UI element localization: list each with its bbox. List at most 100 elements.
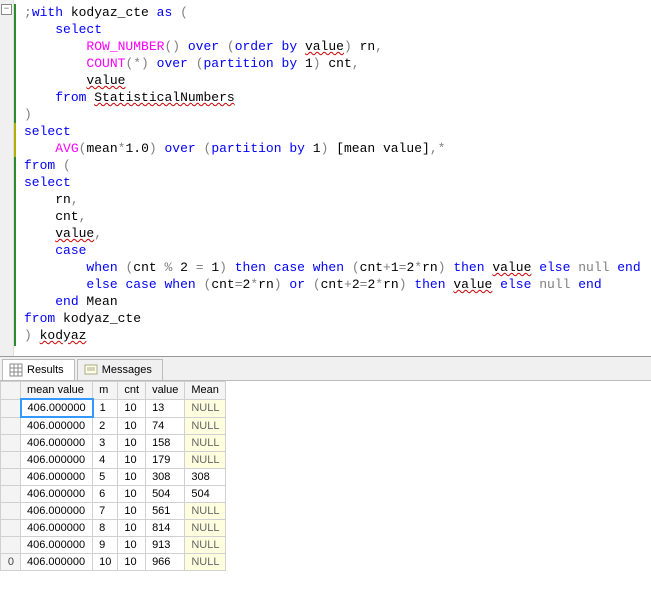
row-header[interactable]: [1, 469, 21, 486]
grid-cell[interactable]: NULL: [185, 399, 226, 417]
code-line[interactable]: value: [24, 72, 651, 89]
grid-cell[interactable]: 13: [146, 399, 185, 417]
column-header[interactable]: Mean: [185, 382, 226, 400]
grid-cell[interactable]: 406.000000: [21, 417, 93, 435]
grid-cell[interactable]: 966: [146, 554, 185, 571]
grid-corner[interactable]: [1, 382, 21, 400]
code-line[interactable]: select: [24, 174, 651, 191]
tab-results[interactable]: Results: [2, 359, 75, 380]
grid-cell[interactable]: 913: [146, 537, 185, 554]
code-line[interactable]: COUNT(*) over (partition by 1) cnt,: [24, 55, 651, 72]
code-line[interactable]: select: [24, 123, 651, 140]
grid-cell[interactable]: 504: [146, 486, 185, 503]
row-header[interactable]: [1, 452, 21, 469]
row-header[interactable]: [1, 486, 21, 503]
table-row[interactable]: 406.000000610504504: [1, 486, 226, 503]
row-header[interactable]: [1, 435, 21, 452]
code-line[interactable]: cnt,: [24, 208, 651, 225]
table-row[interactable]: 0406.0000001010966NULL: [1, 554, 226, 571]
grid-cell[interactable]: 10: [118, 554, 146, 571]
grid-cell[interactable]: 10: [118, 399, 146, 417]
grid-cell[interactable]: 10: [118, 452, 146, 469]
grid-cell[interactable]: NULL: [185, 452, 226, 469]
code-area[interactable]: ;with kodyaz_cte as ( select ROW_NUMBER(…: [24, 4, 651, 344]
row-header[interactable]: [1, 537, 21, 554]
row-header[interactable]: 0: [1, 554, 21, 571]
code-line[interactable]: ) kodyaz: [24, 327, 651, 344]
grid-cell[interactable]: 10: [118, 435, 146, 452]
code-line[interactable]: when (cnt % 2 = 1) then case when (cnt+1…: [24, 259, 651, 276]
grid-cell[interactable]: 158: [146, 435, 185, 452]
grid-cell[interactable]: NULL: [185, 503, 226, 520]
grid-cell[interactable]: 406.000000: [21, 469, 93, 486]
grid-cell[interactable]: 406.000000: [21, 486, 93, 503]
tab-messages[interactable]: Messages: [77, 359, 163, 380]
column-header[interactable]: m: [93, 382, 118, 400]
table-row[interactable]: 406.000000710561NULL: [1, 503, 226, 520]
table-row[interactable]: 406.000000910913NULL: [1, 537, 226, 554]
grid-cell[interactable]: 3: [93, 435, 118, 452]
code-line[interactable]: ): [24, 106, 651, 123]
row-header[interactable]: [1, 417, 21, 435]
table-row[interactable]: 406.000000410179NULL: [1, 452, 226, 469]
grid-cell[interactable]: 179: [146, 452, 185, 469]
grid-cell[interactable]: NULL: [185, 520, 226, 537]
code-line[interactable]: end Mean: [24, 293, 651, 310]
code-line[interactable]: from (: [24, 157, 651, 174]
sql-editor[interactable]: − ;with kodyaz_cte as ( select ROW_NUMBE…: [0, 0, 651, 356]
grid-cell[interactable]: 6: [93, 486, 118, 503]
grid-cell[interactable]: 10: [118, 486, 146, 503]
grid-cell[interactable]: 308: [146, 469, 185, 486]
grid-cell[interactable]: 561: [146, 503, 185, 520]
grid-cell[interactable]: 10: [118, 537, 146, 554]
grid-cell[interactable]: 406.000000: [21, 520, 93, 537]
table-row[interactable]: 406.000000510308308: [1, 469, 226, 486]
grid-cell[interactable]: NULL: [185, 435, 226, 452]
row-header[interactable]: [1, 399, 21, 417]
column-header[interactable]: value: [146, 382, 185, 400]
grid-cell[interactable]: 406.000000: [21, 435, 93, 452]
code-line[interactable]: else case when (cnt=2*rn) or (cnt+2=2*rn…: [24, 276, 651, 293]
code-line[interactable]: select: [24, 21, 651, 38]
fold-toggle[interactable]: −: [1, 4, 12, 15]
grid-cell[interactable]: NULL: [185, 537, 226, 554]
grid-cell[interactable]: 4: [93, 452, 118, 469]
row-header[interactable]: [1, 503, 21, 520]
code-line[interactable]: from StatisticalNumbers: [24, 89, 651, 106]
code-line[interactable]: from kodyaz_cte: [24, 310, 651, 327]
table-row[interactable]: 406.000000310158NULL: [1, 435, 226, 452]
grid-cell[interactable]: 406.000000: [21, 537, 93, 554]
grid-cell[interactable]: NULL: [185, 554, 226, 571]
grid-cell[interactable]: 406.000000: [21, 554, 93, 571]
grid-cell[interactable]: 814: [146, 520, 185, 537]
code-line[interactable]: ROW_NUMBER() over (order by value) rn,: [24, 38, 651, 55]
table-row[interactable]: 406.000000810814NULL: [1, 520, 226, 537]
grid-cell[interactable]: 10: [118, 520, 146, 537]
column-header[interactable]: cnt: [118, 382, 146, 400]
grid-cell[interactable]: 9: [93, 537, 118, 554]
grid-cell[interactable]: 2: [93, 417, 118, 435]
grid-cell[interactable]: 406.000000: [21, 399, 93, 417]
grid-cell[interactable]: 308: [185, 469, 226, 486]
grid-cell[interactable]: 10: [93, 554, 118, 571]
grid-cell[interactable]: 74: [146, 417, 185, 435]
grid-cell[interactable]: 7: [93, 503, 118, 520]
grid-cell[interactable]: NULL: [185, 417, 226, 435]
table-row[interactable]: 406.00000021074NULL: [1, 417, 226, 435]
code-line[interactable]: AVG(mean*1.0) over (partition by 1) [mea…: [24, 140, 651, 157]
grid-cell[interactable]: 10: [118, 417, 146, 435]
results-grid[interactable]: mean valuemcntvalueMean406.00000011013NU…: [0, 381, 226, 571]
column-header[interactable]: mean value: [21, 382, 93, 400]
row-header[interactable]: [1, 520, 21, 537]
table-row[interactable]: 406.00000011013NULL: [1, 399, 226, 417]
grid-cell[interactable]: 504: [185, 486, 226, 503]
grid-cell[interactable]: 10: [118, 469, 146, 486]
grid-cell[interactable]: 406.000000: [21, 503, 93, 520]
code-line[interactable]: value,: [24, 225, 651, 242]
grid-cell[interactable]: 1: [93, 399, 118, 417]
code-line[interactable]: ;with kodyaz_cte as (: [24, 4, 651, 21]
grid-cell[interactable]: 5: [93, 469, 118, 486]
code-line[interactable]: rn,: [24, 191, 651, 208]
grid-cell[interactable]: 406.000000: [21, 452, 93, 469]
grid-cell[interactable]: 8: [93, 520, 118, 537]
